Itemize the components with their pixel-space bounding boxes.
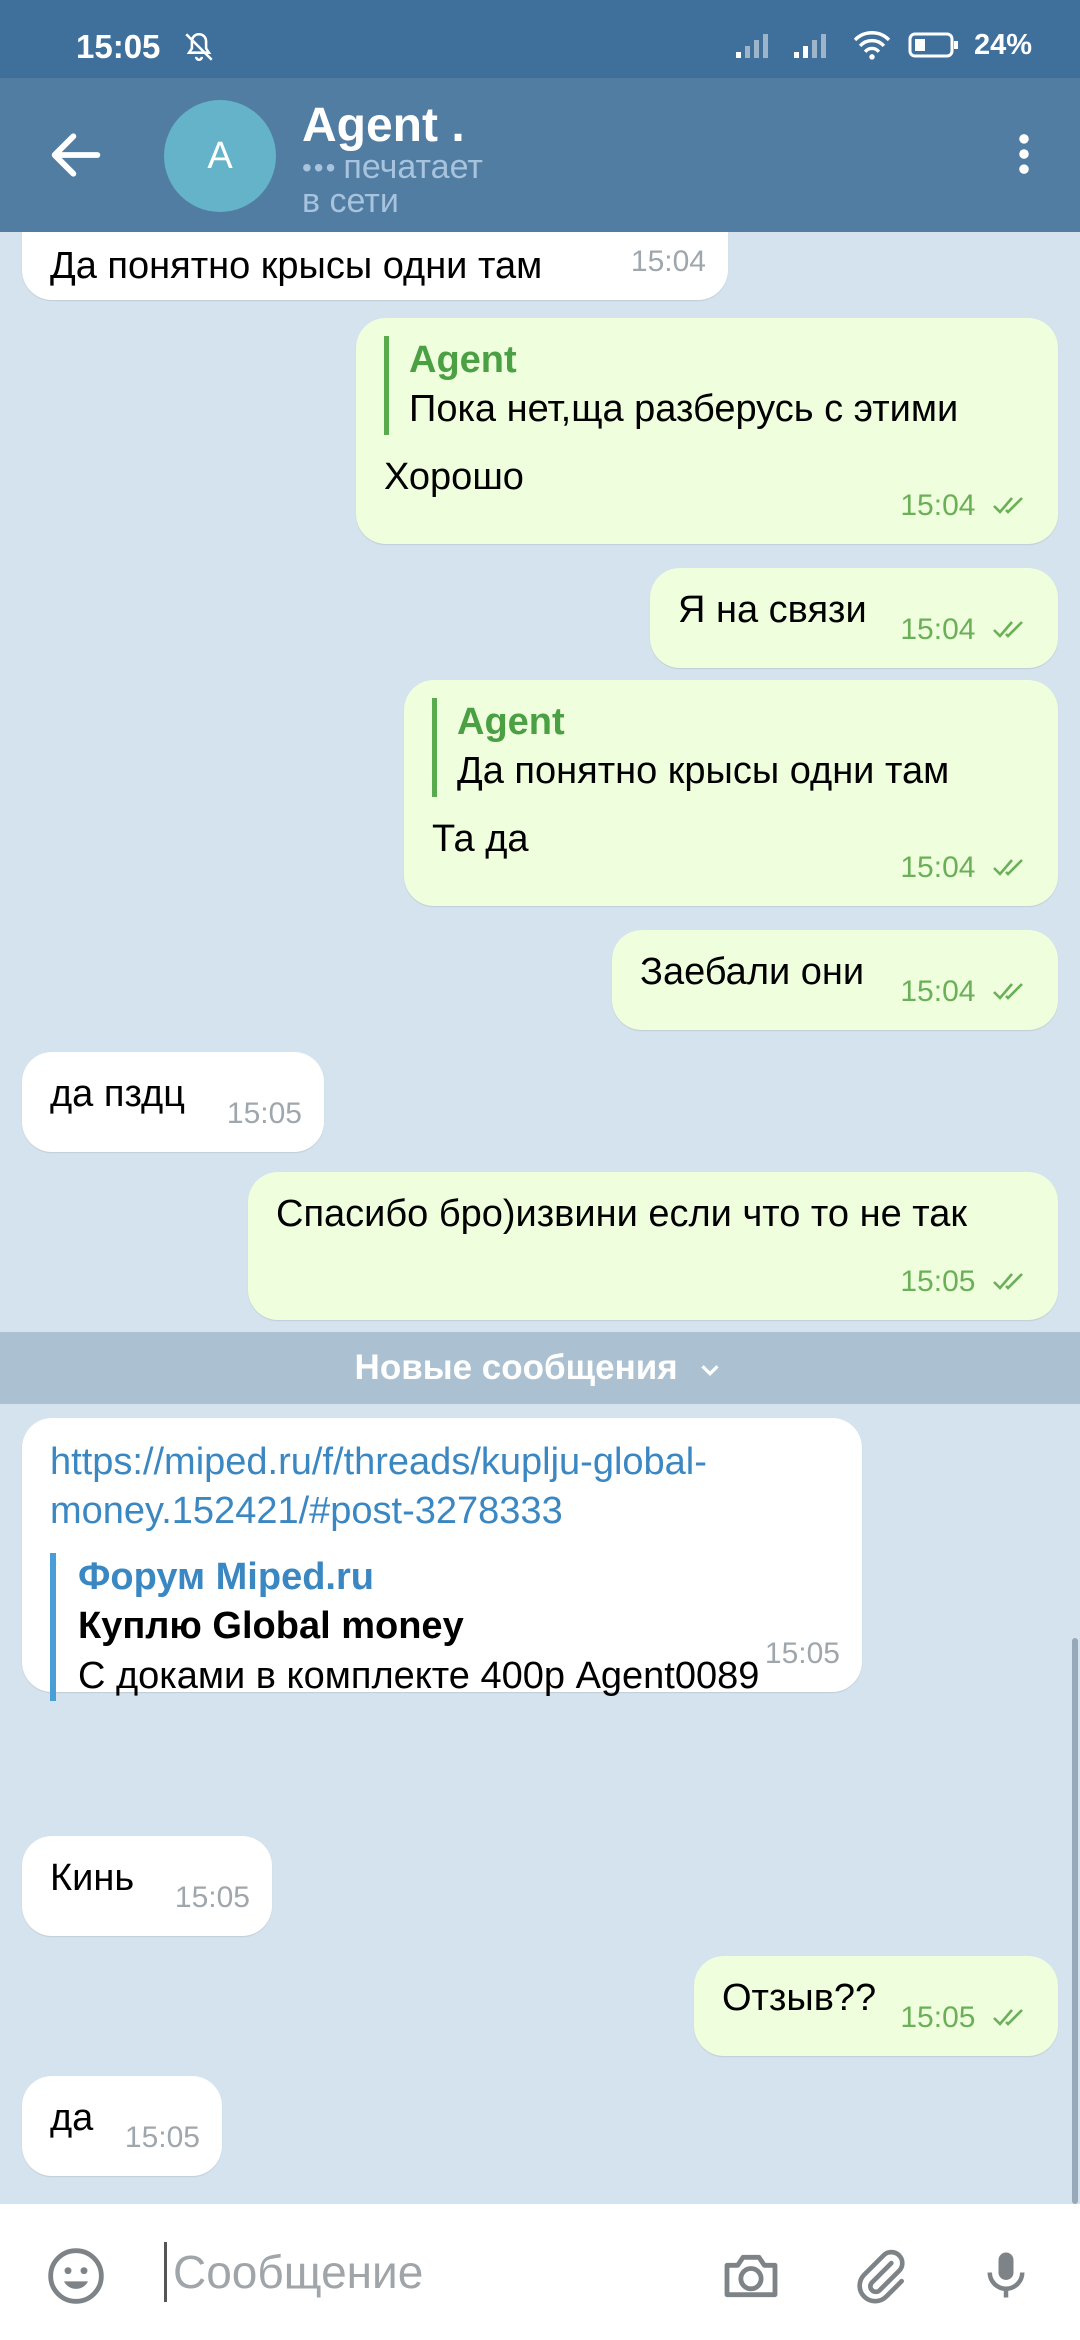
- typing-dots: •••: [302, 151, 338, 183]
- message-text: Отзыв??: [722, 1977, 877, 2019]
- message-time: 15:05: [900, 2000, 976, 2034]
- microphone-icon[interactable]: [976, 2242, 1036, 2308]
- message-outgoing[interactable]: Я на связи 15:04: [650, 568, 1058, 668]
- signal-icon-2: [793, 34, 826, 58]
- double-check-icon: [993, 858, 1023, 876]
- double-check-icon: [993, 1272, 1023, 1290]
- back-arrow-icon[interactable]: [44, 123, 108, 187]
- message-time: 15:05: [764, 1636, 840, 1670]
- reply-text: Да понятно крысы одни там: [457, 750, 950, 793]
- message-outgoing[interactable]: Спасибо бро)извини если что то не так 15…: [248, 1172, 1058, 1320]
- double-check-icon: [993, 982, 1023, 1000]
- preview-description: С доками в комплекте 400р Agent0089: [78, 1654, 760, 1697]
- chat-area[interactable]: Да понятно крысы одни там 15:04 Agent По…: [0, 232, 1080, 2204]
- chevron-down-icon: [701, 1364, 720, 1376]
- reply-quote[interactable]: Agent Да понятно крысы одни там: [432, 698, 1030, 797]
- double-check-icon: [993, 496, 1023, 514]
- message-text: Да понятно крысы одни там: [50, 245, 543, 287]
- message-text: Кинь: [50, 1857, 135, 1899]
- more-vert-icon[interactable]: [998, 128, 1050, 180]
- status-bar: 15:05 24%: [0, 0, 1080, 78]
- reply-author: Agent: [457, 701, 565, 743]
- bell-muted-icon: [185, 32, 213, 61]
- message-outgoing[interactable]: Заебали они 15:04: [612, 930, 1058, 1030]
- message-text: Я на связи: [678, 589, 867, 631]
- reply-author: Agent: [409, 339, 517, 381]
- message-time: 15:05: [226, 1096, 302, 1130]
- chat-header: A Agent . ••• печатает в сети: [0, 78, 1080, 232]
- status-time: 15:05: [76, 28, 161, 65]
- message-incoming[interactable]: Да понятно крысы одни там 15:04: [22, 232, 728, 300]
- message-text: да пздц: [50, 1073, 185, 1115]
- battery-icon: [908, 32, 958, 58]
- message-time: 15:05: [174, 1880, 250, 1914]
- message-time: 15:05: [900, 1264, 976, 1298]
- double-check-icon: [993, 2008, 1023, 2026]
- reply-text: Пока нет,ща разберусь с этими: [409, 388, 959, 431]
- new-messages-label: Новые сообщения: [354, 1348, 678, 1387]
- message-text: Спасибо бро)извини если что то не так: [276, 1193, 967, 1235]
- message-link-cont[interactable]: money.152421/#post-3278333: [50, 1487, 834, 1536]
- preview-title: Куплю Global money: [78, 1605, 464, 1648]
- avatar[interactable]: A: [164, 100, 276, 212]
- camera-icon[interactable]: [718, 2244, 784, 2308]
- double-check-icon: [993, 620, 1023, 638]
- signal-icon: [735, 34, 768, 58]
- wifi-icon: [853, 31, 891, 60]
- message-incoming[interactable]: да пздц 15:05: [22, 1052, 324, 1152]
- reply-quote[interactable]: Agent Пока нет,ща разберусь с этими: [384, 336, 1030, 435]
- message-text: Заебали они: [640, 951, 865, 993]
- contact-name[interactable]: Agent .: [302, 98, 465, 153]
- message-link[interactable]: https://miped.ru/f/threads/kuplju-global…: [50, 1438, 834, 1487]
- message-time: 15:04: [900, 850, 976, 884]
- input-bar: [0, 2204, 1080, 2340]
- message-incoming[interactable]: да 15:05: [22, 2076, 222, 2176]
- message-outgoing[interactable]: Agent Пока нет,ща разберусь с этими Хоро…: [356, 318, 1058, 544]
- message-text: да: [50, 2097, 94, 2139]
- message-outgoing[interactable]: Agent Да понятно крысы одни там Та да 15…: [404, 680, 1058, 906]
- scrollbar[interactable]: [1072, 1638, 1078, 2204]
- new-messages-divider[interactable]: Новые сообщения: [0, 1332, 1080, 1404]
- online-status: в сети: [302, 182, 399, 220]
- message-time: 15:04: [630, 244, 706, 278]
- message-incoming[interactable]: Кинь 15:05: [22, 1836, 272, 1936]
- message-input[interactable]: [164, 2242, 704, 2302]
- link-preview-card[interactable]: Форум Miped.ru Куплю Global money С дока…: [50, 1552, 834, 1701]
- battery-percent: 24%: [973, 28, 1032, 61]
- message-time: 15:05: [124, 2120, 200, 2154]
- preview-site-name: Форум Miped.ru: [78, 1555, 374, 1598]
- message-time: 15:04: [900, 974, 976, 1008]
- message-link-preview[interactable]: https://miped.ru/f/threads/kuplju-global…: [22, 1418, 862, 1701]
- message-time: 15:04: [900, 612, 976, 646]
- message-outgoing[interactable]: Отзыв?? 15:05: [694, 1956, 1058, 2056]
- attach-icon[interactable]: [850, 2244, 912, 2308]
- message-time: 15:04: [900, 488, 976, 522]
- emoji-icon[interactable]: [44, 2244, 108, 2308]
